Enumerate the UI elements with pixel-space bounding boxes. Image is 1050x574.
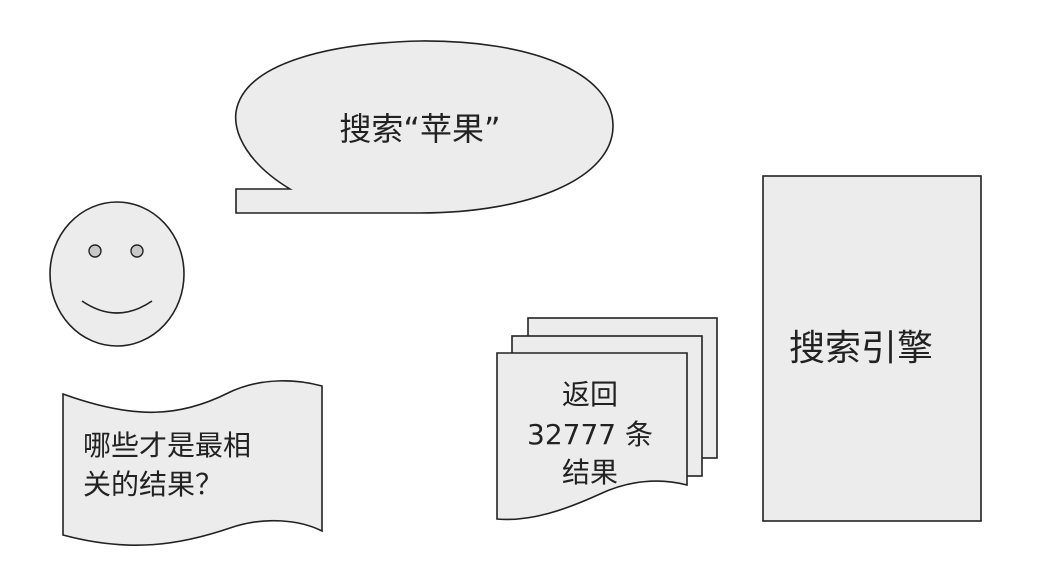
smiley-face-icon — [49, 201, 185, 347]
results-line-1: 返回 — [562, 378, 618, 411]
right-eye — [130, 244, 144, 258]
results-line-3: 结果 — [562, 456, 618, 489]
diagram-canvas: 搜索“苹果” 哪些才是最相 关的结果？ 返回 32777 条 结果 搜索引擎 — [49, 40, 982, 546]
search-engine-box: 搜索引擎 — [762, 175, 982, 522]
speech-bubble: 搜索“苹果” — [234, 40, 614, 214]
search-engine-label: 搜索引擎 — [789, 328, 933, 369]
question-document-shape — [62, 380, 323, 546]
speech-bubble-text: 搜索“苹果” — [339, 110, 500, 148]
results-line-2: 32777 条 — [527, 418, 653, 451]
left-eye — [88, 244, 102, 258]
diagram-stage: 搜索“苹果” 哪些才是最相 关的结果？ 返回 32777 条 结果 搜索引擎 — [0, 0, 1050, 574]
question-line-1: 哪些才是最相 — [83, 429, 251, 462]
face-outline — [49, 201, 185, 347]
question-line-2: 关的结果？ — [83, 468, 223, 501]
question-document: 哪些才是最相 关的结果？ — [62, 380, 323, 546]
results-document-stack: 返回 32777 条 结果 — [496, 317, 718, 521]
